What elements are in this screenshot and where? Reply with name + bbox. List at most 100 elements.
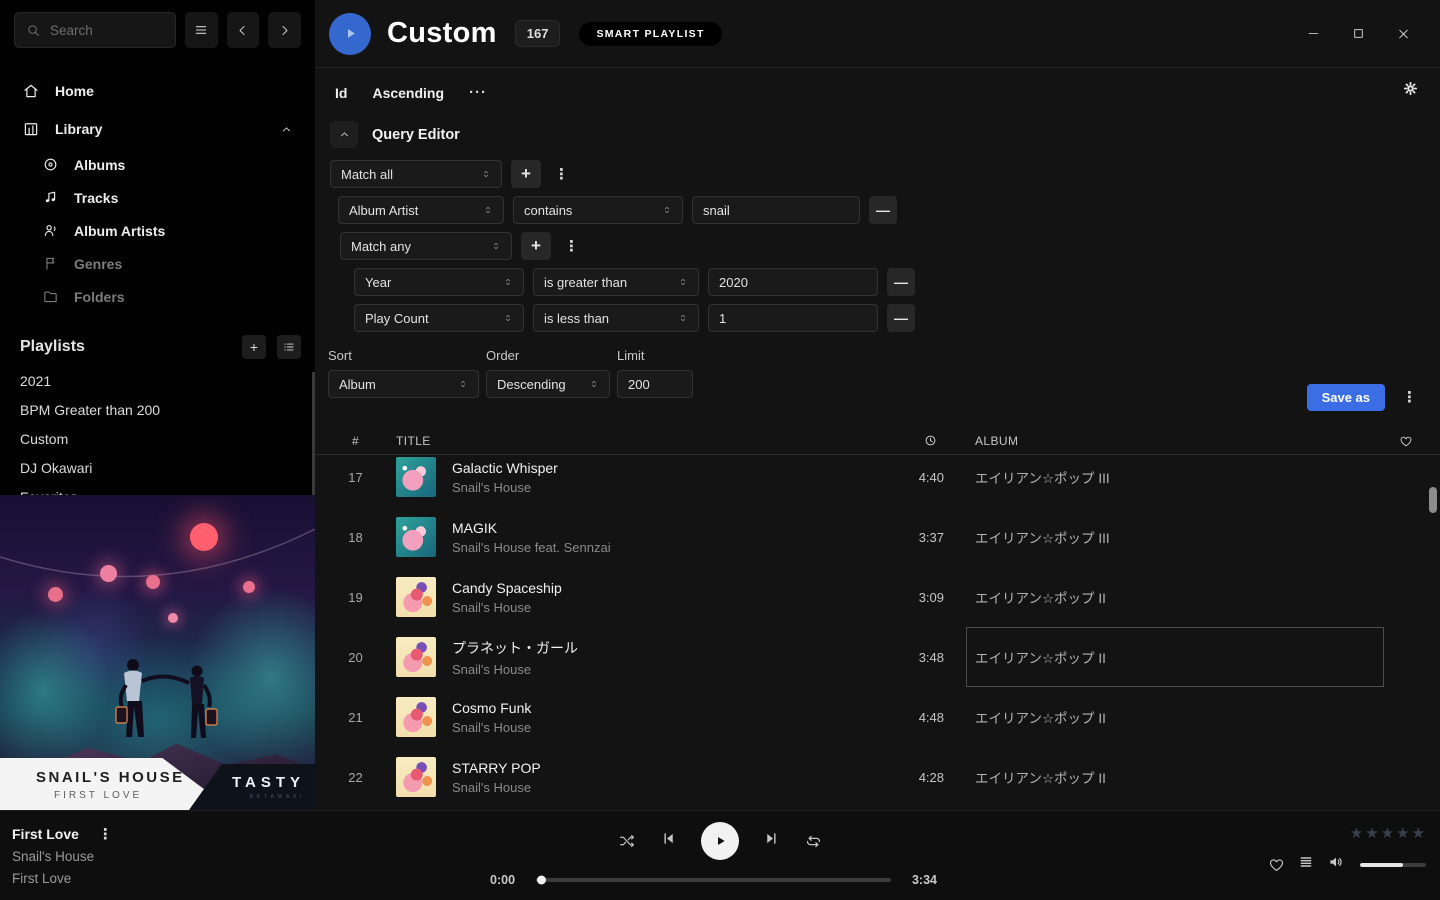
- chevron-up-icon[interactable]: [280, 123, 293, 136]
- star-icon[interactable]: ★: [1365, 824, 1379, 842]
- rule-operator-select[interactable]: contains: [513, 196, 683, 224]
- playlist-play-button[interactable]: [329, 13, 371, 55]
- favorite-column-header[interactable]: [1384, 434, 1428, 448]
- playlist-item[interactable]: DJ Okawari: [0, 454, 315, 483]
- folder-icon: [42, 288, 59, 305]
- table-row[interactable]: 18MAGIKSnail's House feat. Sennzai3:37エイ…: [315, 507, 1440, 567]
- settings-gear-button[interactable]: [1402, 80, 1419, 102]
- title-column-header[interactable]: TITLE: [396, 434, 894, 448]
- rule-field-select[interactable]: Year: [354, 268, 524, 296]
- track-album-cell[interactable]: エイリアン☆ポップ II: [966, 627, 1384, 687]
- match-type-select[interactable]: Match all: [330, 160, 502, 188]
- queue-button[interactable]: [1298, 854, 1314, 875]
- volume-icon[interactable]: [1327, 853, 1345, 876]
- star-icon[interactable]: ★: [1350, 824, 1364, 842]
- playlist-list-button[interactable]: [277, 335, 301, 359]
- play-pause-button[interactable]: [701, 822, 739, 860]
- clock-icon: [923, 433, 938, 448]
- track-duration: 4:28: [894, 770, 966, 785]
- duration-column-header[interactable]: [894, 433, 966, 448]
- shuffle-button[interactable]: [618, 832, 636, 850]
- nav-back-button[interactable]: [227, 12, 260, 48]
- rule-field-select[interactable]: Album Artist: [338, 196, 504, 224]
- sort-field-button[interactable]: Id: [335, 85, 347, 101]
- rule-value-input[interactable]: 2020: [708, 268, 878, 296]
- favorite-button[interactable]: [1268, 856, 1285, 873]
- track-album-cell[interactable]: エイリアン☆ポップ III: [966, 455, 1384, 507]
- track-title: プラネット・ガール: [452, 638, 578, 658]
- remove-rule-button[interactable]: —: [887, 304, 915, 332]
- save-menu-button[interactable]: ⋮: [1398, 390, 1421, 405]
- collapse-query-editor-button[interactable]: [330, 121, 358, 148]
- query-order-select[interactable]: Descending: [486, 370, 610, 398]
- table-row[interactable]: 17Galactic WhisperSnail's House4:40エイリアン…: [315, 455, 1440, 507]
- sidebar-item-library[interactable]: Library: [0, 110, 315, 148]
- sidebar-item-folders[interactable]: Folders: [0, 280, 315, 313]
- select-caret-icon: [481, 168, 491, 180]
- query-sort-select[interactable]: Album: [328, 370, 479, 398]
- previous-track-button[interactable]: [660, 830, 677, 852]
- volume-slider[interactable]: [1360, 863, 1426, 867]
- rule-value-input[interactable]: 1: [708, 304, 878, 332]
- now-playing-menu-button[interactable]: ⋮: [94, 827, 117, 842]
- remove-rule-button[interactable]: —: [887, 268, 915, 296]
- rule-operator-select[interactable]: is less than: [533, 304, 699, 332]
- group-menu-button[interactable]: ⋮: [560, 239, 583, 254]
- playlist-item[interactable]: 2021: [0, 367, 315, 396]
- playlist-item[interactable]: BPM Greater than 200: [0, 396, 315, 425]
- more-options-button[interactable]: ···: [469, 84, 487, 101]
- sort-direction-button[interactable]: Ascending: [372, 85, 444, 101]
- rating-stars[interactable]: ★ ★ ★ ★ ★: [1350, 824, 1426, 842]
- repeat-button[interactable]: [804, 832, 823, 851]
- track-album-cell[interactable]: エイリアン☆ポップ II: [966, 687, 1384, 747]
- lantern: [190, 523, 218, 551]
- remove-rule-button[interactable]: —: [869, 196, 897, 224]
- now-playing-album[interactable]: First Love: [12, 871, 117, 886]
- track-index: 20: [315, 650, 396, 665]
- album-column-header[interactable]: ALBUM: [966, 434, 1384, 448]
- maximize-button[interactable]: [1352, 27, 1365, 40]
- star-icon[interactable]: ★: [1412, 824, 1426, 842]
- now-playing-artist[interactable]: Snail's House: [12, 849, 117, 864]
- track-album-cell[interactable]: エイリアン☆ポップ III: [966, 507, 1384, 567]
- save-as-button[interactable]: Save as: [1307, 384, 1385, 411]
- add-rule-button[interactable]: +: [511, 160, 541, 188]
- query-limit-input[interactable]: 200: [617, 370, 693, 398]
- sidebar-item-genres[interactable]: Genres: [0, 247, 315, 280]
- add-playlist-button[interactable]: +: [242, 335, 266, 359]
- playlist-item[interactable]: Custom: [0, 425, 315, 454]
- sidebar-item-albums[interactable]: Albums: [0, 148, 315, 181]
- sidebar-item-label: Library: [55, 121, 102, 137]
- rule-value-input[interactable]: snail: [692, 196, 860, 224]
- sidebar-item-home[interactable]: Home: [0, 72, 315, 110]
- table-row[interactable]: 21Cosmo FunkSnail's House4:48エイリアン☆ポップ I…: [315, 687, 1440, 747]
- table-scrollbar-thumb[interactable]: [1429, 487, 1437, 513]
- table-row[interactable]: 22STARRY POPSnail's House4:28エイリアン☆ポップ I…: [315, 747, 1440, 807]
- star-icon[interactable]: ★: [1396, 824, 1410, 842]
- group-add-rule-button[interactable]: +: [521, 232, 551, 260]
- star-icon[interactable]: ★: [1381, 824, 1395, 842]
- index-column-header[interactable]: #: [315, 434, 396, 448]
- next-track-button[interactable]: [763, 830, 780, 852]
- sidebar-item-tracks[interactable]: Tracks: [0, 181, 315, 214]
- close-button[interactable]: [1397, 27, 1410, 40]
- seek-handle[interactable]: [537, 876, 546, 885]
- select-caret-icon: [678, 312, 688, 324]
- rule-group-menu-button[interactable]: ⋮: [550, 167, 573, 182]
- group-match-type-select[interactable]: Match any: [340, 232, 512, 260]
- table-row[interactable]: 19Candy SpaceshipSnail's House3:09エイリアン☆…: [315, 567, 1440, 627]
- search-input-wrap[interactable]: [14, 12, 176, 48]
- now-playing-title[interactable]: First Love: [12, 826, 79, 842]
- track-album-cell[interactable]: エイリアン☆ポップ II: [966, 747, 1384, 807]
- menu-button[interactable]: [185, 12, 218, 48]
- track-duration: 4:40: [894, 470, 966, 485]
- nav-forward-button[interactable]: [268, 12, 301, 48]
- track-album-cell[interactable]: エイリアン☆ポップ II: [966, 567, 1384, 627]
- table-row[interactable]: 20プラネット・ガールSnail's House3:48エイリアン☆ポップ II: [315, 627, 1440, 687]
- rule-field-select[interactable]: Play Count: [354, 304, 524, 332]
- search-input[interactable]: [50, 23, 150, 38]
- minimize-button[interactable]: [1307, 27, 1320, 40]
- sidebar-item-album-artists[interactable]: Album Artists: [0, 214, 315, 247]
- rule-operator-select[interactable]: is greater than: [533, 268, 699, 296]
- seek-slider[interactable]: [536, 878, 891, 882]
